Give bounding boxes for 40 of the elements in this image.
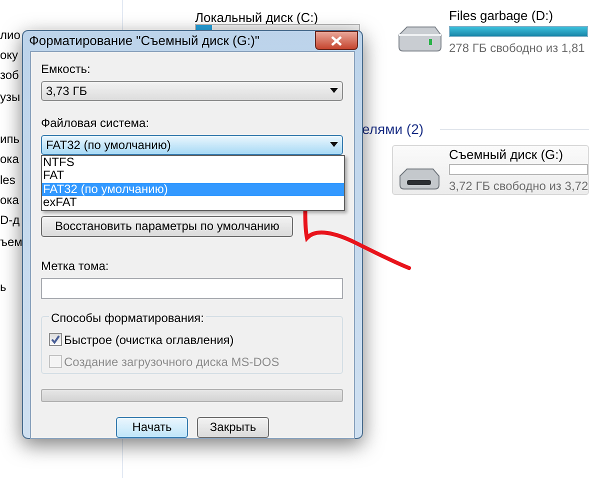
nav-item[interactable]: ь: [0, 278, 6, 296]
dropdown-option[interactable]: exFAT: [42, 196, 344, 210]
nav-item[interactable]: ока: [0, 191, 19, 209]
free-space-text: 3,72 ГБ свободно из 3,72: [449, 178, 588, 195]
checkbox-label: Создание загрузочного диска MS-DOS: [64, 354, 280, 370]
field-label: Метка тома:: [41, 258, 110, 274]
dropdown-option[interactable]: NTFS: [42, 156, 344, 169]
dropdown-value: FAT32 (по умолчанию): [46, 136, 171, 154]
close-icon: [331, 36, 342, 46]
nav-item[interactable]: ока: [0, 150, 19, 168]
drive-name: Съемный диск (G:): [449, 146, 564, 164]
nav-item[interactable]: les: [0, 171, 16, 189]
dialog-button[interactable]: Начать: [116, 416, 188, 438]
dialog-button[interactable]: Закрыть: [197, 416, 269, 438]
field-label: Файловая система:: [41, 114, 150, 132]
checkbox[interactable]: [49, 333, 62, 346]
free-space-text: 278 ГБ свободно из 1,81: [449, 40, 585, 57]
nav-item[interactable]: ъем: [0, 233, 22, 251]
checkmark-icon: [51, 335, 60, 344]
drive-name: Files garbage (D:): [449, 7, 554, 25]
dropdown-value: 3,73 ГБ: [46, 82, 88, 100]
nav-item[interactable]: оку: [0, 46, 18, 64]
drive-name: Локальный диск (C:): [195, 9, 318, 27]
removable-drive-icon: [397, 168, 441, 190]
group-heading: елями (2): [362, 120, 424, 139]
field-label: Емкость:: [41, 60, 92, 78]
nav-item[interactable]: зоб: [0, 66, 19, 84]
restore-defaults-button[interactable]: Восстановить параметры по умолчанию: [41, 216, 294, 236]
nav-item[interactable]: ипь: [0, 130, 20, 148]
volume-label-field[interactable]: [41, 278, 343, 298]
nav-item[interactable]: D-д: [0, 211, 20, 229]
close-button[interactable]: [315, 31, 358, 50]
window-title: Форматирование "Съемный диск (G:)": [29, 32, 260, 50]
dropdown-arrow-icon: [330, 88, 338, 93]
capacity-dropdown[interactable]: 3,73 ГБ: [41, 80, 343, 100]
nav-item[interactable]: узы: [0, 88, 20, 106]
nav-item[interactable]: лио: [0, 26, 20, 44]
dropdown-arrow-icon: [330, 142, 338, 147]
dropdown-option[interactable]: FAT: [42, 169, 344, 182]
checkbox-label: Быстрое (очистка оглавления): [64, 332, 234, 348]
